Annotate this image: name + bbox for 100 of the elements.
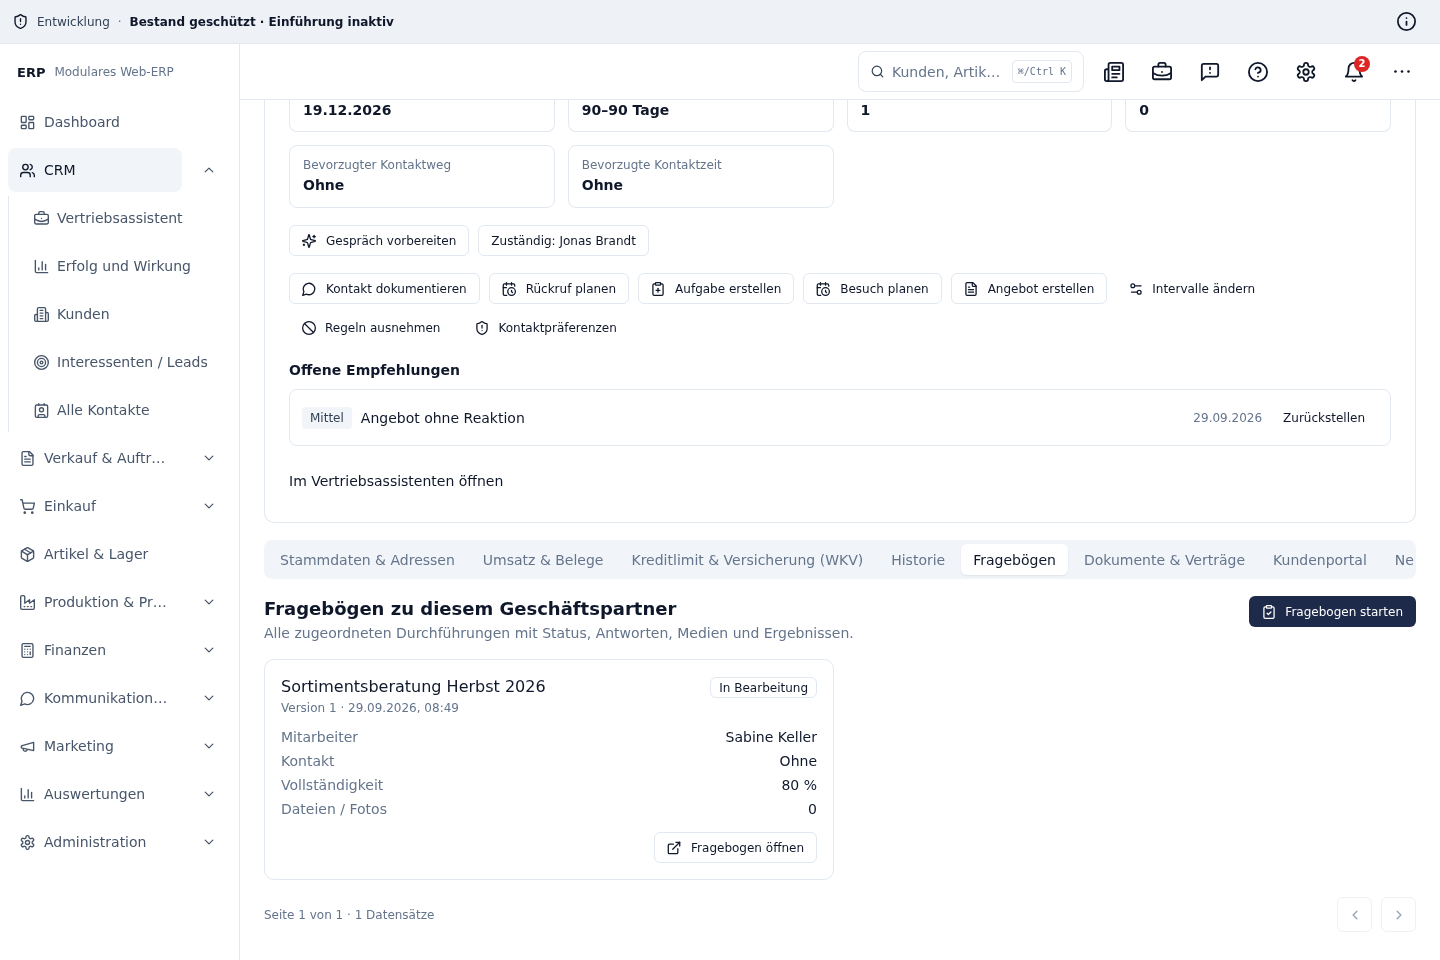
nav-item[interactable]: Verkauf & Auftr…: [8, 436, 182, 480]
questionnaire-title: Sortimentsberatung Herbst 2026: [281, 676, 546, 698]
nav-item[interactable]: CRM: [8, 148, 182, 192]
document-icon: [20, 450, 35, 466]
search-icon: [871, 65, 884, 78]
fact-value: 19.12.2026: [303, 101, 393, 120]
info-button[interactable]: [1397, 12, 1416, 31]
external-link-icon: [667, 840, 682, 855]
users-icon: [20, 162, 35, 178]
bar-chart-icon: [20, 786, 35, 802]
action-button[interactable]: Regeln ausnehmen: [289, 312, 454, 343]
message-alert-icon: [1200, 61, 1220, 82]
nav-item[interactable]: Artikel & Lager: [8, 532, 182, 576]
tab[interactable]: Stammdaten & Adressen: [268, 544, 467, 575]
brand-subtitle: Modulares Web-ERP: [54, 65, 174, 79]
action-button[interactable]: Rückruf planen: [488, 273, 630, 304]
chat-bubble-icon: [302, 281, 316, 296]
field-value: Ohne: [779, 752, 817, 771]
info-icon: [1397, 12, 1416, 31]
nav-subitem[interactable]: Interessenten / Leads: [21, 340, 217, 384]
nav-subitem[interactable]: Vertriebsassistent: [21, 196, 217, 240]
field-value: 80 %: [781, 776, 817, 795]
field-label: Mitarbeiter: [281, 728, 359, 747]
sliders-icon: [1129, 281, 1144, 296]
sparkle-icon: [302, 233, 316, 248]
action-button[interactable]: Aufgabe erstellen: [638, 273, 795, 304]
action-button[interactable]: Zuständig: Jonas Brandt: [478, 225, 649, 256]
action-button[interactable]: Besuch planen: [803, 273, 942, 304]
nav-item[interactable]: Produktion & Pr…: [8, 580, 182, 624]
briefcase-icon: [1152, 61, 1172, 82]
settings-icon: [1296, 61, 1316, 82]
nav-item[interactable]: Einkauf: [8, 484, 182, 528]
action-button[interactable]: Angebot erstellen: [950, 273, 1108, 304]
environment-label: Entwicklung: [37, 14, 110, 29]
more-icon: [1394, 70, 1410, 73]
field-label: Vollständigkeit: [281, 776, 384, 795]
shield-icon: [13, 14, 28, 29]
nav-item[interactable]: Finanzen: [8, 628, 182, 672]
tab[interactable]: Kundenportal: [1261, 544, 1379, 575]
nav-subitem[interactable]: Kunden: [21, 292, 217, 336]
calendar-clock-icon: [501, 281, 516, 296]
tab[interactable]: Historie: [879, 544, 958, 575]
nav-item[interactable]: Auswertungen: [8, 772, 182, 816]
assistant-link[interactable]: Im Vertriebsassistenten öffnen: [289, 465, 504, 496]
contact-card-icon: [34, 402, 49, 418]
postpone-button[interactable]: Zurückstellen: [1270, 402, 1378, 433]
page-summary: Seite 1 von 1 · 1 Datensätze: [264, 907, 435, 922]
shield-icon: [475, 320, 490, 335]
nav-item[interactable]: Administration: [8, 820, 182, 864]
clipboard-check-icon: [1262, 604, 1277, 619]
gear-icon: [20, 834, 35, 850]
section-title: Fragebögen zu diesem Geschäftspartner: [264, 597, 678, 621]
action-button[interactable]: Gespräch vorbereiten: [289, 225, 470, 256]
field-value: Sabine Keller: [725, 728, 817, 747]
notifications-button[interactable]: 2: [1336, 53, 1372, 90]
tab[interactable]: Kreditlimit & Versicherung (WKV): [619, 544, 876, 575]
action-button[interactable]: Intervalle ändern: [1116, 273, 1268, 304]
action-button[interactable]: Kontakt dokumentieren: [289, 273, 480, 304]
nav-subitem[interactable]: Alle Kontakte: [21, 388, 217, 432]
help-icon: [1248, 61, 1268, 82]
fact-value: Ohne: [303, 176, 346, 195]
recommendation-title: Angebot ohne Reaktion: [360, 409, 526, 426]
questionnaire-meta: Version 1 · 29.09.2026, 08:49: [281, 700, 460, 717]
field-label: Kontakt: [281, 752, 335, 771]
clipboard-plus-icon: [651, 281, 666, 296]
start-questionnaire-button[interactable]: Fragebogen starten: [1249, 596, 1416, 627]
fact-value: Ohne: [581, 176, 625, 195]
calculator-icon: [20, 642, 35, 658]
factory-icon: [20, 594, 35, 610]
bell-icon: [1344, 61, 1364, 82]
nav-subitem[interactable]: Erfolg und Wirkung: [21, 244, 217, 288]
brand-name: ERP: [17, 64, 46, 80]
banner-status: Bestand geschützt · Einführung inaktiv: [129, 14, 394, 29]
section-subtitle: Alle zugeordneten Durchführungen mit Status, Antworten, Medien und Ergebnissen.: [264, 624, 854, 643]
bar-chart-icon: [34, 258, 49, 274]
priority-tag: Mittel: [302, 406, 352, 429]
newspaper-icon: [1104, 61, 1124, 82]
document-icon: [963, 281, 978, 296]
tab[interactable]: Umsatz & Belege: [470, 544, 616, 575]
status-tag: In Bearbeitung: [710, 677, 817, 698]
target-icon: [34, 354, 49, 370]
nav-item[interactable]: Dashboard: [8, 100, 182, 144]
nav-item[interactable]: Kommunikation…: [8, 676, 182, 720]
notification-badge: 2: [1354, 55, 1370, 72]
fact-label: Bevorzugte Kontaktzeit: [581, 157, 723, 174]
fact-value: 1: [860, 101, 872, 120]
action-button[interactable]: Kontaktpräferenzen: [462, 312, 630, 343]
building-icon: [34, 306, 49, 322]
section-heading: Offene Empfehlungen: [289, 361, 461, 380]
tab[interactable]: Fragebögen: [961, 544, 1068, 575]
tab[interactable]: Dokumente & Verträge: [1071, 544, 1258, 575]
open-questionnaire-button[interactable]: Fragebogen öffnen: [654, 832, 817, 863]
shortcut-hint: ⌘/Ctrl K: [1011, 60, 1072, 83]
box-icon: [20, 546, 35, 562]
field-label: Dateien / Fotos: [281, 800, 387, 819]
field-value: 0: [808, 800, 817, 819]
grid-icon: [20, 114, 35, 130]
tab[interactable]: Ne: [1382, 544, 1414, 575]
recommendation-date: 29.09.2026: [1193, 410, 1263, 425]
nav-item[interactable]: Marketing: [8, 724, 182, 768]
